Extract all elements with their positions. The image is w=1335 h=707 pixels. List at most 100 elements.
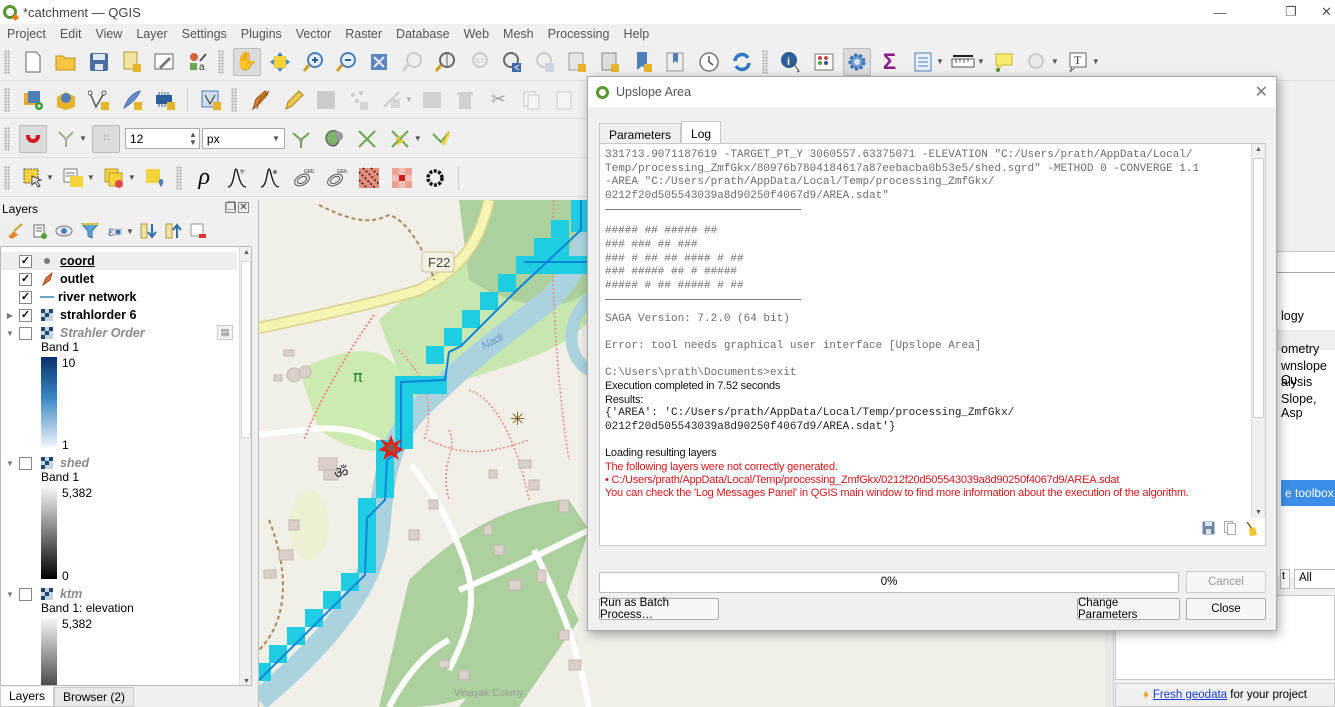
menu-database[interactable]: Database [389,27,457,41]
dropdown-arrow-icon[interactable]: ▼ [1092,57,1100,66]
scrollbar-thumb[interactable] [1253,158,1264,418]
vertex-tool-icon[interactable] [378,86,406,114]
raster-cell-icon[interactable] [388,164,416,192]
manage-map-themes-icon[interactable] [54,221,76,241]
pan-map-icon[interactable]: ✋ [232,47,261,76]
statistical-summary-icon[interactable]: Σ [876,48,904,76]
tracing-icon[interactable] [427,125,455,153]
dialog-close-button[interactable]: ✕ [1255,82,1268,102]
float-panel-icon[interactable]: ❐ [225,202,236,213]
menu-vector[interactable]: Vector [289,27,338,41]
toolbar-grip[interactable] [4,165,10,190]
hatched-raster-icon[interactable] [355,164,383,192]
layer-item-river-network[interactable]: ✓ river network [1,288,237,306]
remove-layer-icon[interactable] [187,221,209,241]
collapse-arrow-icon[interactable]: ▼ [1,459,19,468]
tab-parameters[interactable]: Parameters [599,123,682,145]
new-project-icon[interactable] [19,48,47,76]
layer-item-shed[interactable]: ▼ shed [1,454,237,472]
scroll-down-icon[interactable]: ▼ [1255,509,1262,516]
toolbox-item-partial[interactable]: Slope, Asp [1281,392,1335,420]
new-temporary-layer-icon[interactable] [197,86,225,114]
new-spatialite-icon[interactable] [118,86,146,114]
layer-item-outlet[interactable]: ✓ outlet [1,270,237,288]
open-project-icon[interactable] [52,48,80,76]
menu-view[interactable]: View [88,27,129,41]
toggle-editing-icon[interactable] [279,86,307,114]
tab-layers[interactable]: Layers [0,687,55,707]
spin-arrows-icon[interactable]: ▲ ▼ [189,130,197,147]
show-bookmarks-icon[interactable] [662,48,690,76]
new-map-view-icon[interactable] [563,48,591,76]
menu-layer[interactable]: Layer [129,27,174,41]
zoom-in-icon[interactable] [299,48,327,76]
current-edits-icon[interactable] [246,86,274,114]
toolbar-grip[interactable] [4,87,10,112]
zoom-to-layer-icon[interactable] [431,48,459,76]
processing-toolbox-icon[interactable] [842,47,871,76]
deselect-features-icon[interactable] [100,164,128,192]
pan-to-selection-icon[interactable] [266,48,294,76]
snapping-type-icon[interactable]: ∷ [92,124,121,153]
menu-help[interactable]: Help [616,27,656,41]
clear-log-icon[interactable] [1245,521,1257,540]
topological-editing-icon[interactable] [287,125,315,153]
dropdown-arrow-icon[interactable]: ▼ [936,57,944,66]
select-by-location-icon[interactable] [141,164,169,192]
snap-intersection-icon[interactable] [353,125,381,153]
layer-item-strahlorder-6[interactable]: ▶ ✓ strahlorder 6 [1,306,237,324]
layer-item-coord[interactable]: ✓ coord [1,252,237,270]
log-output[interactable]: 331713.9071187619 -TARGET_PT_Y 3060557.6… [605,144,1250,518]
paste-features-icon[interactable] [550,86,578,114]
save-as-icon[interactable] [118,48,146,76]
open-attribute-table-icon[interactable] [810,48,838,76]
run-as-batch-button[interactable]: Run as Batch Process… [599,597,719,621]
toolbox-item-partial[interactable]: alysis [1281,375,1312,389]
dropdown-arrow-icon[interactable]: ▼ [79,134,87,143]
new-shapefile-icon[interactable] [85,86,113,114]
save-project-icon[interactable] [85,48,113,76]
toolbox-item-partial[interactable]: ometry [1281,342,1319,356]
filter-by-expression-icon[interactable]: ε ▣ [104,221,126,241]
expand-arrow-icon[interactable]: ▶ [1,311,19,320]
style-panel-icon[interactable] [4,221,26,241]
zoom-out-icon[interactable] [332,48,360,76]
copy-log-icon[interactable] [1224,521,1236,540]
collapse-arrow-icon[interactable]: ▼ [1,329,19,338]
data-source-manager-icon[interactable] [19,86,47,114]
menu-project[interactable]: Project [0,27,53,41]
select-features-icon[interactable] [19,164,47,192]
text-annotation-icon[interactable]: T [1064,48,1092,76]
select-by-value-icon[interactable] [59,164,87,192]
add-group-icon[interactable] [29,221,51,241]
menu-mesh[interactable]: Mesh [496,27,541,41]
saga-gem2-icon[interactable]: GEM2 [322,164,350,192]
avoid-overlap-icon[interactable] [320,125,348,153]
map-tips-icon[interactable] [990,48,1018,76]
layer-visibility-checkbox[interactable] [19,326,32,340]
add-point-feature-icon[interactable] [345,86,373,114]
attribute-form-icon[interactable] [909,48,937,76]
zoom-next-icon[interactable] [530,48,558,76]
dropdown-arrow-icon[interactable]: ▼ [405,95,413,104]
cancel-button[interactable]: Cancel [1186,571,1266,593]
copy-features-icon[interactable] [517,86,545,114]
close-panel-icon[interactable]: ✕ [238,202,249,213]
snapping-units-select[interactable]: px ▼ [201,128,285,149]
fresh-geodata-link[interactable]: Fresh geodata [1153,689,1227,701]
enable-snapping-icon[interactable] [18,124,47,153]
saga-profile-icon[interactable] [223,164,251,192]
cut-features-icon[interactable]: ✂ [484,86,512,114]
layer-visibility-checkbox[interactable]: ✓ [19,254,32,268]
save-log-icon[interactable] [1202,521,1215,540]
tab-browser[interactable]: Browser (2) [54,687,135,707]
dropdown-arrow-icon[interactable]: ▼ [1051,57,1059,66]
collapse-arrow-icon[interactable]: ▼ [1,590,19,599]
dropdown-arrow-icon[interactable]: ▼ [126,227,134,236]
dropdown-arrow-icon[interactable]: ▼ [46,173,54,182]
style-manager-icon[interactable]: a [184,48,212,76]
dropdown-arrow-icon[interactable]: ▼ [128,173,136,182]
gear-ring-icon[interactable] [421,164,449,192]
identify-features-icon[interactable]: i [777,48,805,76]
new-geopackage-icon[interactable] [52,86,80,114]
